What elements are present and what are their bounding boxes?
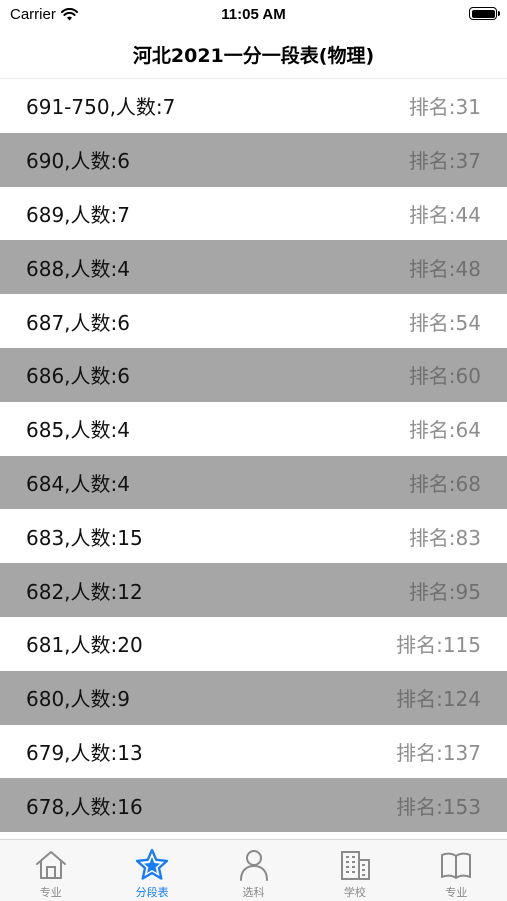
rank-value: 排名:68	[408, 471, 481, 496]
status-bar: Carrier 11:05 AM	[0, 0, 507, 30]
score-count: 688,人数:4	[26, 256, 130, 281]
list-item[interactable]: 688,人数:4 排名:48	[0, 240, 507, 295]
score-count: 690,人数:6	[26, 149, 130, 174]
score-count: 681,人数:20	[26, 633, 143, 658]
score-count: 691-750,人数:7	[26, 95, 176, 120]
rank-value: 排名:37	[408, 149, 481, 174]
tab-label: 专业	[445, 886, 468, 899]
list-item[interactable]: 685,人数:4 排名:64	[0, 402, 507, 456]
tab-label: 分段表	[135, 886, 169, 899]
list-item[interactable]: 679,人数:13 排名:137	[0, 725, 507, 779]
list-item[interactable]: 683,人数:15 排名:83	[0, 509, 507, 563]
clock: 11:05 AM	[221, 6, 286, 23]
score-count: 680,人数:9	[26, 687, 130, 712]
list-item[interactable]: 691-750,人数:7 排名:31	[0, 79, 507, 133]
person-icon	[239, 850, 268, 881]
rank-value: 排名:95	[408, 579, 481, 604]
battery-icon	[469, 7, 500, 20]
home-icon	[35, 851, 66, 879]
score-count: 687,人数:6	[26, 310, 130, 335]
list-item[interactable]: 690,人数:6 排名:37	[0, 132, 507, 187]
star-icon	[135, 848, 169, 880]
score-count: 684,人数:4	[26, 471, 130, 496]
score-count: 683,人数:15	[26, 525, 143, 550]
list-item[interactable]: 682,人数:12 排名:95	[0, 563, 507, 617]
navigation-bar: 河北2021一分一段表(物理)	[0, 30, 507, 79]
book-icon	[441, 852, 472, 879]
rank-value: 排名:44	[408, 202, 481, 227]
tab-label: 学校	[343, 886, 366, 899]
score-count: 682,人数:12	[26, 579, 143, 604]
score-count: 685,人数:4	[26, 418, 130, 443]
tab-score-table[interactable]: 分段表	[101, 840, 202, 901]
list-item[interactable]: 678,人数:16 排名:153	[0, 778, 507, 833]
list-item[interactable]: 689,人数:7 排名:44	[0, 187, 507, 241]
list-item[interactable]: 687,人数:6 排名:54	[0, 294, 507, 348]
rank-value: 排名:115	[396, 633, 481, 658]
tab-major[interactable]: 专业	[0, 840, 101, 901]
rank-value: 排名:124	[396, 687, 481, 712]
rank-value: 排名:64	[408, 418, 481, 443]
score-count: 686,人数:6	[26, 364, 130, 389]
building-icon	[340, 851, 370, 880]
tab-school[interactable]: 学校	[304, 840, 405, 901]
tab-subject-selection[interactable]: 选科	[203, 840, 304, 901]
score-rank-list[interactable]: 691-750,人数:7 排名:31 690,人数:6 排名:37 689,人数:7…	[0, 79, 507, 839]
score-count: 678,人数:16	[26, 794, 143, 819]
rank-value: 排名:31	[408, 95, 481, 120]
rank-value: 排名:54	[408, 310, 481, 335]
tab-bar: 专业 分段表 选科 学校 专业	[0, 839, 507, 901]
rank-value: 排名:153	[396, 794, 481, 819]
rank-value: 排名:137	[396, 740, 481, 765]
tab-label: 专业	[39, 886, 62, 899]
rank-value: 排名:83	[408, 525, 481, 550]
rank-value: 排名:48	[408, 256, 481, 281]
tab-major-book[interactable]: 专业	[406, 840, 507, 901]
list-item[interactable]: 686,人数:6 排名:60	[0, 347, 507, 402]
list-item[interactable]: 684,人数:4 排名:68	[0, 455, 507, 510]
page-title: 河北2021一分一段表(物理)	[132, 44, 375, 67]
score-count: 689,人数:7	[26, 202, 130, 227]
tab-label: 选科	[242, 886, 265, 899]
score-count: 679,人数:13	[26, 740, 143, 765]
rank-value: 排名:60	[408, 364, 481, 389]
list-item[interactable]: 681,人数:20 排名:115	[0, 617, 507, 671]
list-item[interactable]: 680,人数:9 排名:124	[0, 670, 507, 725]
